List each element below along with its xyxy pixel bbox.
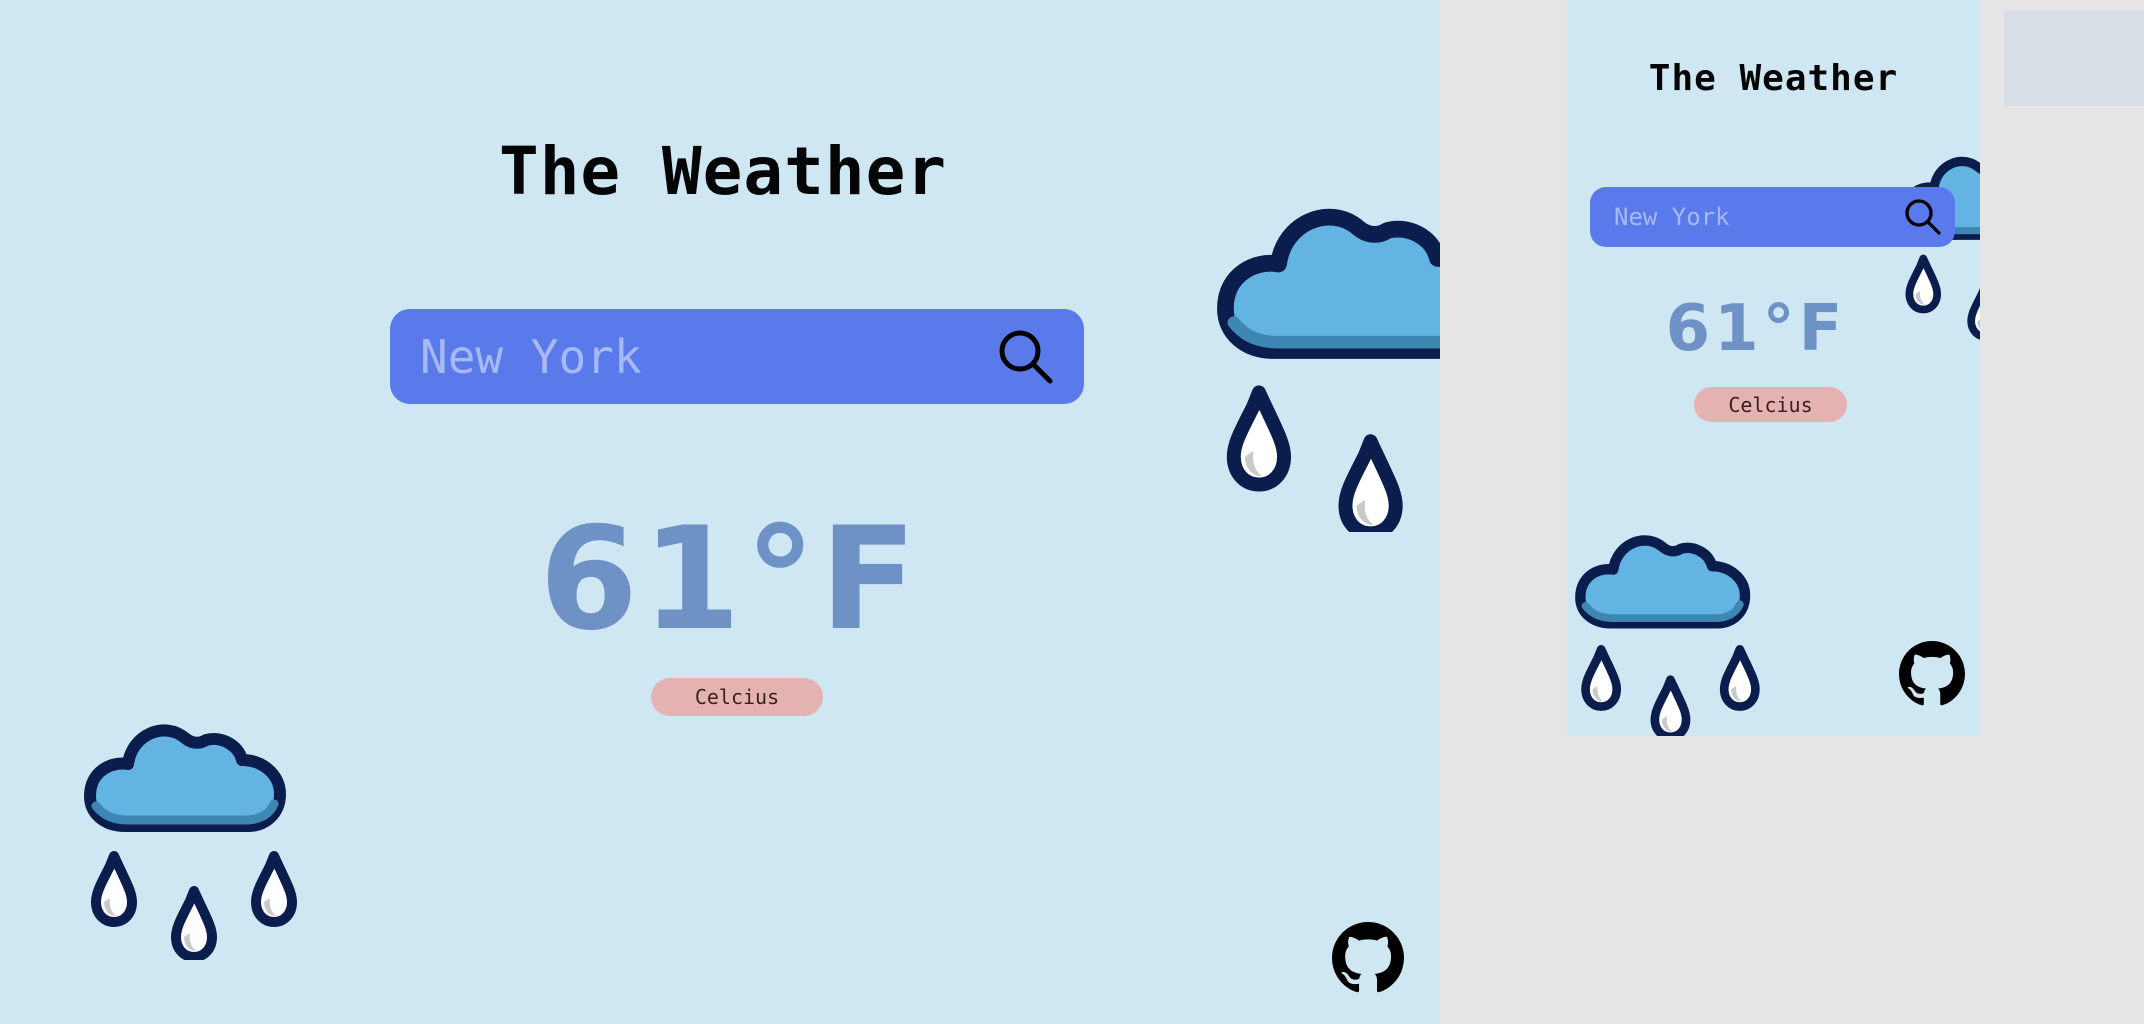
search-bar (390, 309, 1084, 404)
magnifier-icon (1905, 199, 1941, 235)
rain-cloud-icon (1200, 197, 1440, 532)
temperature-display: 61°F (1665, 292, 1847, 366)
magnifier-icon (999, 330, 1053, 383)
search-input[interactable] (1614, 203, 1903, 231)
search-input[interactable] (420, 329, 996, 384)
unit-toggle-button[interactable]: Celcius (651, 678, 823, 716)
desktop-preview: The Weather 61°F Celcius (0, 0, 1440, 1024)
github-icon[interactable] (1899, 641, 1965, 707)
search-button[interactable] (1903, 197, 1943, 237)
rain-cloud-icon (1570, 528, 1764, 736)
mobile-preview: The Weather 61°F Celcius (1567, 0, 1980, 736)
placeholder-panel (2004, 11, 2144, 106)
unit-toggle-button[interactable]: Celcius (1694, 387, 1847, 422)
github-icon[interactable] (1332, 922, 1404, 994)
search-bar (1590, 187, 1955, 247)
app-title: The Weather (1648, 58, 1899, 99)
rain-cloud-icon (80, 712, 300, 960)
search-button[interactable] (996, 327, 1056, 387)
